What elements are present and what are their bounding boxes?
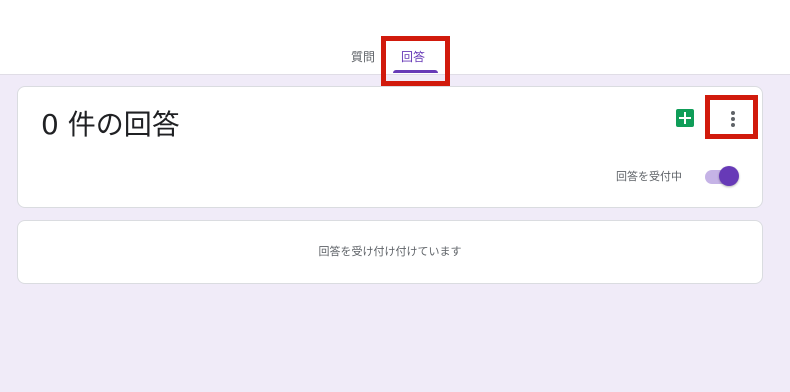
menu-dot: [731, 117, 735, 121]
menu-dot: [731, 111, 735, 115]
status-message: 回答を受け付け付けています: [318, 245, 462, 258]
tab-questions[interactable]: 質問: [351, 49, 375, 69]
active-tab-indicator: [393, 70, 438, 73]
more-vert-icon[interactable]: [718, 104, 748, 134]
menu-dot: [731, 123, 735, 127]
form-header: 質問 回答: [0, 0, 790, 75]
status-card: 回答を受け付け付けています: [17, 220, 763, 284]
tab-responses[interactable]: 回答: [401, 49, 425, 69]
accepting-responses-label: 回答を受付中: [616, 170, 682, 183]
toggle-thumb[interactable]: [719, 166, 739, 186]
responses-count-title: 0 件の回答: [41, 108, 180, 141]
google-sheets-icon[interactable]: [676, 109, 694, 127]
responses-summary-card: 0 件の回答 回答を受付中: [17, 86, 763, 208]
